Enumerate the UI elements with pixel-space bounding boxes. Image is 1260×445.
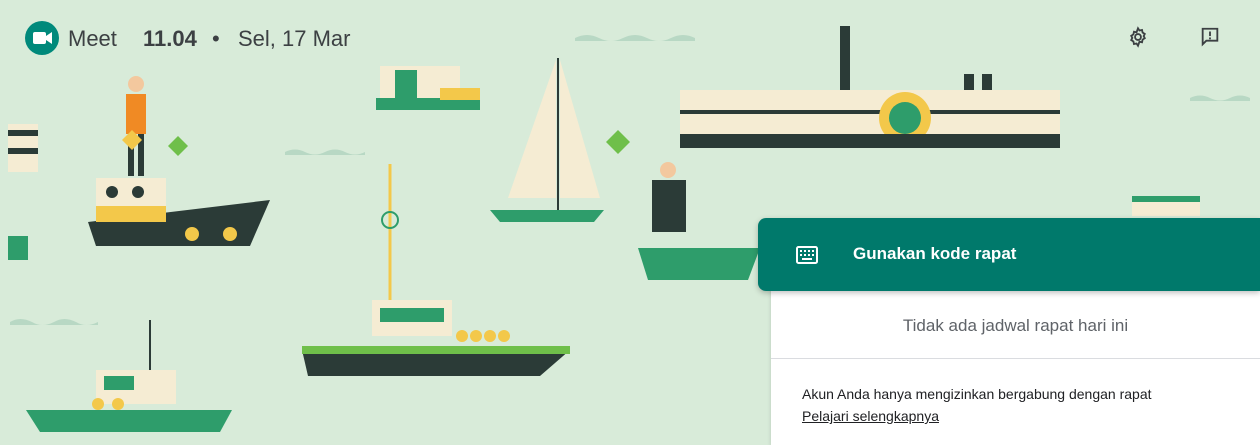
learn-more-link[interactable]: Pelajari selengkapnya — [802, 408, 939, 424]
current-date: Sel, 17 Mar — [238, 26, 351, 51]
gear-icon — [1130, 26, 1146, 48]
feedback-button[interactable] — [1195, 22, 1225, 52]
feedback-icon — [1201, 27, 1219, 47]
meet-logo-icon — [25, 21, 59, 55]
app-name: Meet — [68, 26, 117, 51]
use-meeting-code-label: Gunakan kode rapat — [853, 244, 1017, 263]
account-restriction-text: Akun Anda hanya mengizinkan bergabung de… — [802, 386, 1152, 402]
header-bar: Meet 11.04 • Sel, 17 Mar — [0, 0, 1260, 78]
no-meetings-message: Tidak ada jadwal rapat hari ini — [902, 316, 1129, 335]
panel-divider — [771, 358, 1260, 359]
header-separator: • — [212, 26, 220, 51]
settings-button[interactable] — [1123, 22, 1153, 52]
use-meeting-code-button[interactable]: Gunakan kode rapat — [758, 218, 1260, 291]
current-time: 11.04 — [143, 26, 197, 51]
keyboard-icon — [796, 246, 818, 264]
